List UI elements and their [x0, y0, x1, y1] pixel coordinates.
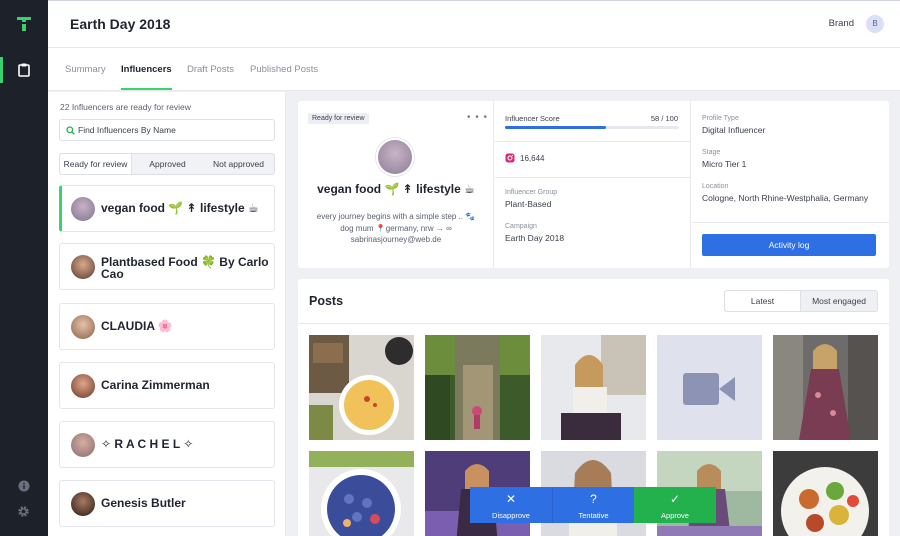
post-thumbnail[interactable]: [773, 451, 878, 536]
profile-attributes: Profile Type Digital Influencer Stage Mi…: [692, 101, 889, 268]
influencer-avatar: [71, 433, 95, 457]
left-rail: [0, 0, 48, 536]
influencer-card[interactable]: CLAUDIA 🌸: [59, 303, 275, 350]
profile-bio: every journey begins with a simple step …: [316, 212, 476, 244]
influencer-name: CLAUDIA 🌸: [101, 319, 173, 333]
filter-not-approved[interactable]: Not approved: [203, 154, 274, 174]
influencer-name: Carina Zimmerman: [101, 378, 210, 392]
profile-type-value: Digital Influencer: [702, 125, 766, 135]
influencer-avatar: [71, 374, 95, 398]
video-camera-icon: [683, 373, 735, 405]
clipboard-icon: [18, 63, 30, 77]
check-icon: ✓: [669, 492, 681, 506]
tab-draft-posts[interactable]: Draft Posts: [187, 64, 234, 75]
approve-label: Approve: [661, 511, 689, 520]
nav-item-campaigns[interactable]: [0, 57, 48, 83]
activity-log-button[interactable]: Activity log: [702, 234, 876, 256]
score-bar: [505, 126, 679, 129]
nav-active-indicator: [0, 57, 3, 83]
stage-value: Micro Tier 1: [702, 159, 747, 169]
influencer-name: ✧ R A C H E L ✧: [101, 437, 194, 451]
tentative-button[interactable]: ? Tentative: [552, 487, 634, 523]
filter-ready-for-review[interactable]: Ready for review: [60, 154, 132, 174]
influencer-name: Genesis Butler: [101, 496, 186, 510]
review-status-filter: Ready for review Approved Not approved: [59, 153, 275, 175]
user-avatar[interactable]: B: [866, 15, 884, 33]
profile-summary: Ready for review • • • vegan food 🌱 ↟ li…: [298, 101, 494, 268]
group-value: Plant-Based: [505, 199, 552, 209]
divider: [495, 141, 691, 142]
post-thumbnail[interactable]: [541, 335, 646, 440]
profile-name: vegan food 🌱 ↟ lifestyle ☕: [317, 182, 475, 196]
info-icon[interactable]: [18, 480, 30, 494]
post-thumbnail[interactable]: [309, 451, 414, 536]
divider: [298, 323, 889, 324]
tab-published-posts[interactable]: Published Posts: [250, 64, 318, 75]
approve-button[interactable]: ✓ Approve: [634, 487, 716, 523]
more-options-icon[interactable]: • • •: [467, 112, 488, 123]
score-bar-fill: [505, 126, 606, 129]
influencer-card[interactable]: ✧ R A C H E L ✧: [59, 421, 275, 468]
influencer-search[interactable]: [59, 119, 275, 141]
posts-sort-toggle: Latest Most engaged: [724, 290, 878, 312]
tentative-label: Tentative: [578, 511, 609, 520]
influencer-avatar: [71, 315, 95, 339]
profile-avatar: [376, 138, 414, 176]
influencer-name: Plantbased Food 🍀 By Carlo Cao: [101, 255, 269, 281]
campaign-value: Earth Day 2018: [505, 233, 565, 243]
profile-type-label: Profile Type: [702, 115, 739, 122]
score-label: Influencer Score: [505, 114, 560, 123]
score-value: 58 / 100: [650, 114, 678, 123]
influencer-profile-card: Ready for review • • • vegan food 🌱 ↟ li…: [298, 101, 889, 268]
question-icon: ?: [590, 492, 597, 506]
review-action-bar: ✕ Disapprove ? Tentative ✓ Approve: [470, 487, 716, 523]
influencer-card[interactable]: Plantbased Food 🍀 By Carlo Cao: [59, 243, 275, 290]
instagram-icon: [505, 153, 515, 165]
profile-metrics: Influencer Score 58 / 100 16,644 Influen…: [495, 101, 691, 268]
group-label: Influencer Group: [505, 189, 558, 196]
influencer-avatar: [71, 255, 95, 279]
top-header: Earth Day 2018 Brand B: [48, 0, 900, 48]
tab-influencers[interactable]: Influencers: [121, 64, 172, 75]
campaign-tabs: Summary Influencers Draft Posts Publishe…: [48, 48, 900, 91]
post-thumbnail[interactable]: [309, 335, 414, 440]
disapprove-label: Disapprove: [492, 511, 530, 520]
active-tab-underline: [121, 88, 172, 90]
location-label: Location: [702, 183, 729, 190]
influencer-list-panel: 22 Influencers are ready for review Read…: [48, 92, 286, 536]
influencer-card[interactable]: Carina Zimmerman: [59, 362, 275, 409]
close-icon: ✕: [505, 492, 517, 506]
influencer-avatar: [71, 197, 95, 221]
posts-title: Posts: [309, 294, 344, 308]
sort-latest[interactable]: Latest: [725, 291, 801, 311]
stage-label: Stage: [702, 149, 721, 156]
page-title: Earth Day 2018: [70, 16, 171, 32]
video-post-thumbnail[interactable]: [657, 335, 762, 440]
disapprove-button[interactable]: ✕ Disapprove: [470, 487, 552, 523]
sort-most-engaged[interactable]: Most engaged: [801, 291, 877, 311]
divider: [495, 177, 691, 178]
campaign-label: Campaign: [505, 223, 537, 230]
follower-count: 16,644: [520, 154, 545, 163]
post-thumbnail[interactable]: [425, 335, 530, 440]
divider: [692, 222, 889, 223]
gear-icon[interactable]: [17, 505, 30, 520]
influencer-card[interactable]: Genesis Butler: [59, 480, 275, 527]
influencer-card[interactable]: vegan food 🌱 ↟ lifestyle ☕: [59, 185, 275, 232]
search-icon: [66, 126, 75, 135]
app-logo[interactable]: [15, 15, 33, 33]
search-input[interactable]: [78, 122, 268, 138]
status-badge: Ready for review: [308, 113, 369, 124]
tab-summary[interactable]: Summary: [65, 64, 106, 75]
brand-name[interactable]: Brand: [829, 18, 854, 29]
influencer-name: vegan food 🌱 ↟ lifestyle ☕: [101, 201, 259, 215]
review-count: 22 Influencers are ready for review: [60, 102, 191, 112]
location-value: Cologne, North Rhine-Westphalia, Germany: [702, 193, 869, 203]
influencer-avatar: [71, 492, 95, 516]
filter-approved[interactable]: Approved: [132, 154, 203, 174]
post-thumbnail[interactable]: [773, 335, 878, 440]
